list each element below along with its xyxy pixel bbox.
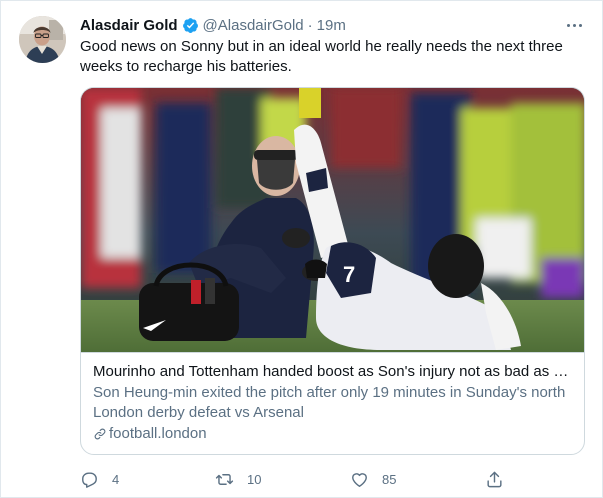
link-card[interactable]: 7 Mourinho and Tottenham handed boost as…	[80, 87, 585, 455]
avatar[interactable]	[19, 16, 66, 63]
reply-icon	[82, 471, 97, 488]
svg-text:7: 7	[343, 262, 355, 287]
card-domain-text[interactable]: football.london	[109, 424, 207, 444]
retweet-button[interactable]: 10	[215, 470, 261, 489]
card-image[interactable]: 7	[81, 88, 584, 352]
card-body[interactable]: Mourinho and Tottenham handed boost as S…	[81, 352, 584, 454]
retweet-icon	[215, 473, 234, 485]
verified-badge-icon	[182, 17, 199, 34]
author-handle[interactable]: @AlasdairGold	[203, 17, 304, 34]
share-button[interactable]	[485, 470, 504, 489]
like-count: 85	[382, 471, 397, 487]
reply-button[interactable]: 4	[80, 470, 119, 489]
card-title[interactable]: Mourinho and Tottenham handed boost as S…	[93, 362, 572, 382]
tweet-actions: 4 10 85	[80, 467, 510, 491]
link-icon	[94, 428, 106, 440]
card-description: Son Heung-min exited the pitch after onl…	[93, 384, 566, 421]
share-icon	[487, 471, 502, 487]
like-button[interactable]: 85	[350, 470, 396, 489]
tweet[interactable]: Alasdair Gold @AlasdairGold · 19m Good n…	[0, 0, 603, 498]
retweet-count: 10	[247, 471, 262, 487]
card-domain[interactable]: football.london	[93, 424, 572, 444]
tweet-header: Alasdair Gold @AlasdairGold · 19m	[80, 15, 346, 35]
reply-count: 4	[112, 471, 120, 487]
header-separator: ·	[307, 16, 313, 34]
more-options-icon[interactable]	[564, 17, 584, 33]
tweet-text: Good news on Sonny but in an ideal world…	[80, 38, 563, 75]
tweet-timestamp[interactable]: 19m	[317, 17, 346, 34]
author-name[interactable]: Alasdair Gold	[80, 17, 178, 34]
heart-icon	[352, 472, 367, 487]
